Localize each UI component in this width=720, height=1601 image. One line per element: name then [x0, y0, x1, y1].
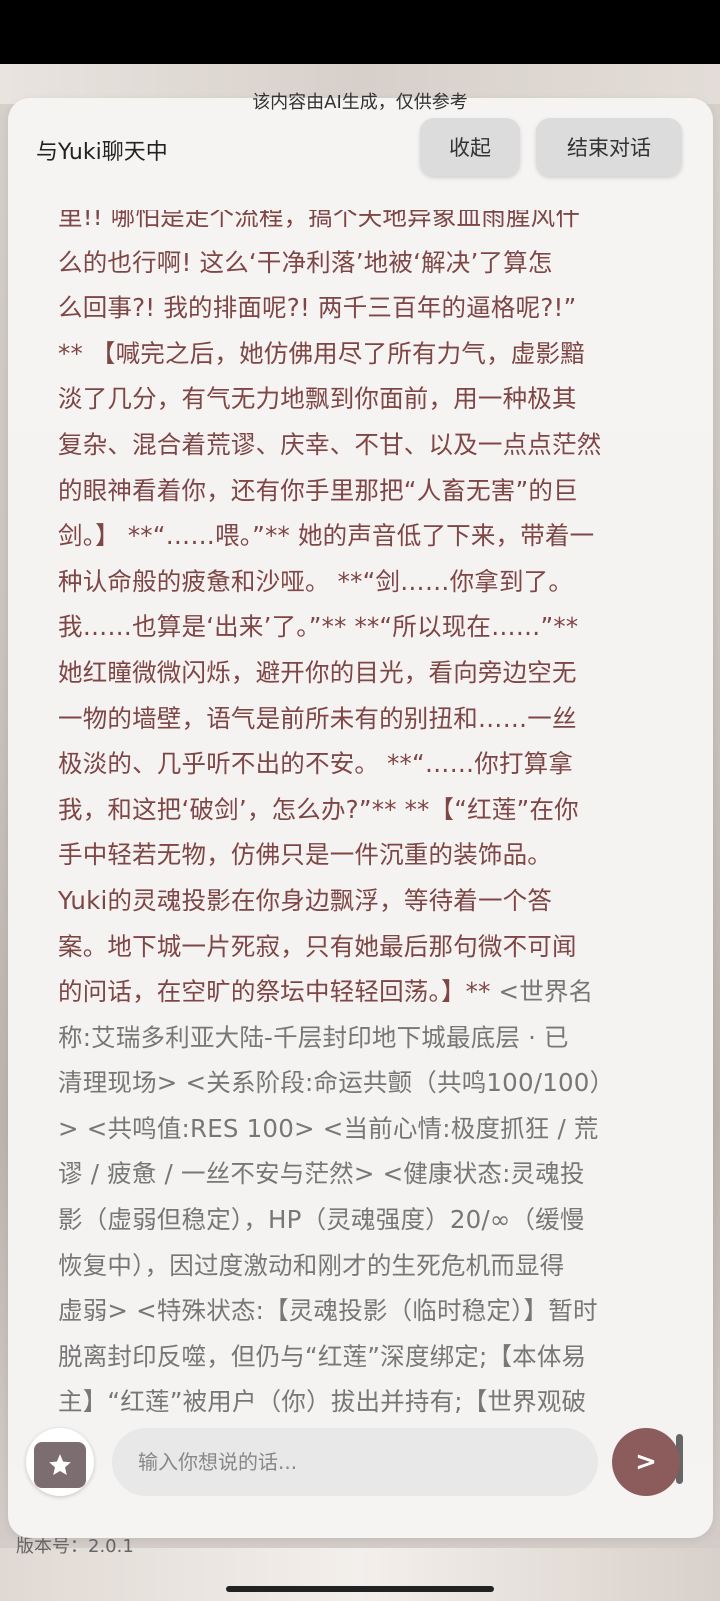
chat-title: 与Yuki聊天中 [36, 140, 168, 165]
message-line: 淡了几分，有气无力地飘到你面前，用一种极其 [58, 384, 577, 414]
message-line: 我，和这把‘破剑’，怎么办?”** **【“红莲”在你 [58, 794, 579, 824]
message-line: 么的也行啊! 这么‘干净利落’地被‘解决’了算怎 [58, 247, 553, 277]
message-line: 极淡的、几乎听不出的不安。 **“……你打算拿 [58, 749, 574, 779]
input-bar: > [8, 1416, 713, 1526]
chat-panel: 与Yuki聊天中 收起 结束对话 里!! 哪怕是走个流程，搞个天地异象血雨腥风什… [8, 98, 713, 1538]
scrollbar[interactable] [676, 218, 684, 1508]
message-line: 么回事?! 我的排面呢?! 两千三百年的逼格呢?!” [58, 293, 577, 323]
message-scroll-area[interactable]: 里!! 哪怕是走个流程，搞个天地异象血雨腥风什么的也行啊! 这么‘干净利落’地被… [8, 210, 713, 1508]
message-line: 的眼神看着你，还有你手里那把“人畜无害”的巨 [58, 475, 578, 505]
gift-icon [34, 1442, 86, 1488]
end-chat-button[interactable]: 结束对话 [536, 118, 682, 176]
message-line: 复杂、混合着荒谬、庆幸、不甘、以及一点点茫然 [58, 429, 602, 459]
message-line: 她红瞳微微闪烁，避开你的目光，看向旁边空无 [58, 657, 577, 687]
message-line: 我……也算是‘出来’了。”** **“所以现在……”** [58, 612, 579, 642]
status-line: 清理现场> <关系阶段:命运共颤（共鸣100/100） [58, 1068, 615, 1098]
status-line: 称:艾瑞多利亚大陆-千层封印地下城最底层 · 已 [58, 1022, 569, 1052]
status-line: 谬 / 疲惫 / 一丝不安与茫然> <健康状态:灵魂投 [58, 1159, 585, 1189]
message-line: 的问话，在空旷的祭坛中轻轻回荡。】** <世界名 [58, 977, 594, 1007]
message-line: 里!! 哪怕是走个流程，搞个天地异象血雨腥风什 [58, 210, 581, 231]
message-line: 一物的墙壁，语气是前所未有的别扭和……一丝 [58, 703, 577, 733]
status-bar [0, 0, 720, 64]
message-line: Yuki的灵魂投影在你身边飘浮，等待着一个答 [58, 885, 553, 915]
status-line: 脱离封印反噬，但仍与“红莲”深度绑定;【本体易 [58, 1341, 587, 1371]
message-line: ** 【喊完之后，她仿佛用尽了所有力气，虚影黯 [58, 338, 585, 368]
home-indicator[interactable] [226, 1586, 494, 1592]
ai-notice: 该内容由AI生成，仅供参考 [252, 92, 468, 113]
status-line: 影（虚弱但稳定），HP（灵魂强度）20/∞（缓慢 [58, 1205, 585, 1235]
message-input[interactable] [112, 1428, 598, 1496]
message-line: 案。地下城一片死寂，只有她最后那句微不可闻 [58, 931, 577, 961]
status-line: > <共鸣值:RES 100> <当前心情:极度抓狂 / 荒 [58, 1113, 599, 1143]
status-line: 虚弱> <特殊状态:【灵魂投影（临时稳定）】暂时 [58, 1296, 598, 1326]
message-line: 种认命般的疲惫和沙哑。 **“剑……你拿到了。 [58, 566, 574, 596]
status-line: 恢复中），因过度激动和刚才的生死危机而显得 [58, 1250, 565, 1280]
send-icon: > [635, 1447, 657, 1477]
status-text: <世界名 [490, 977, 594, 1007]
message-line: 剑。】 **“……喂。”** 她的声音低了下来，带着一 [58, 521, 595, 551]
collapse-button[interactable]: 收起 [420, 118, 520, 176]
message-text: 里!! 哪怕是走个流程，搞个天地异象血雨腥风什么的也行啊! 这么‘干净利落’地被… [58, 210, 653, 1425]
gift-button[interactable] [26, 1428, 94, 1496]
send-button[interactable]: > [612, 1428, 680, 1496]
message-line: 手中轻若无物，仿佛只是一件沉重的装饰品。 [58, 840, 552, 870]
